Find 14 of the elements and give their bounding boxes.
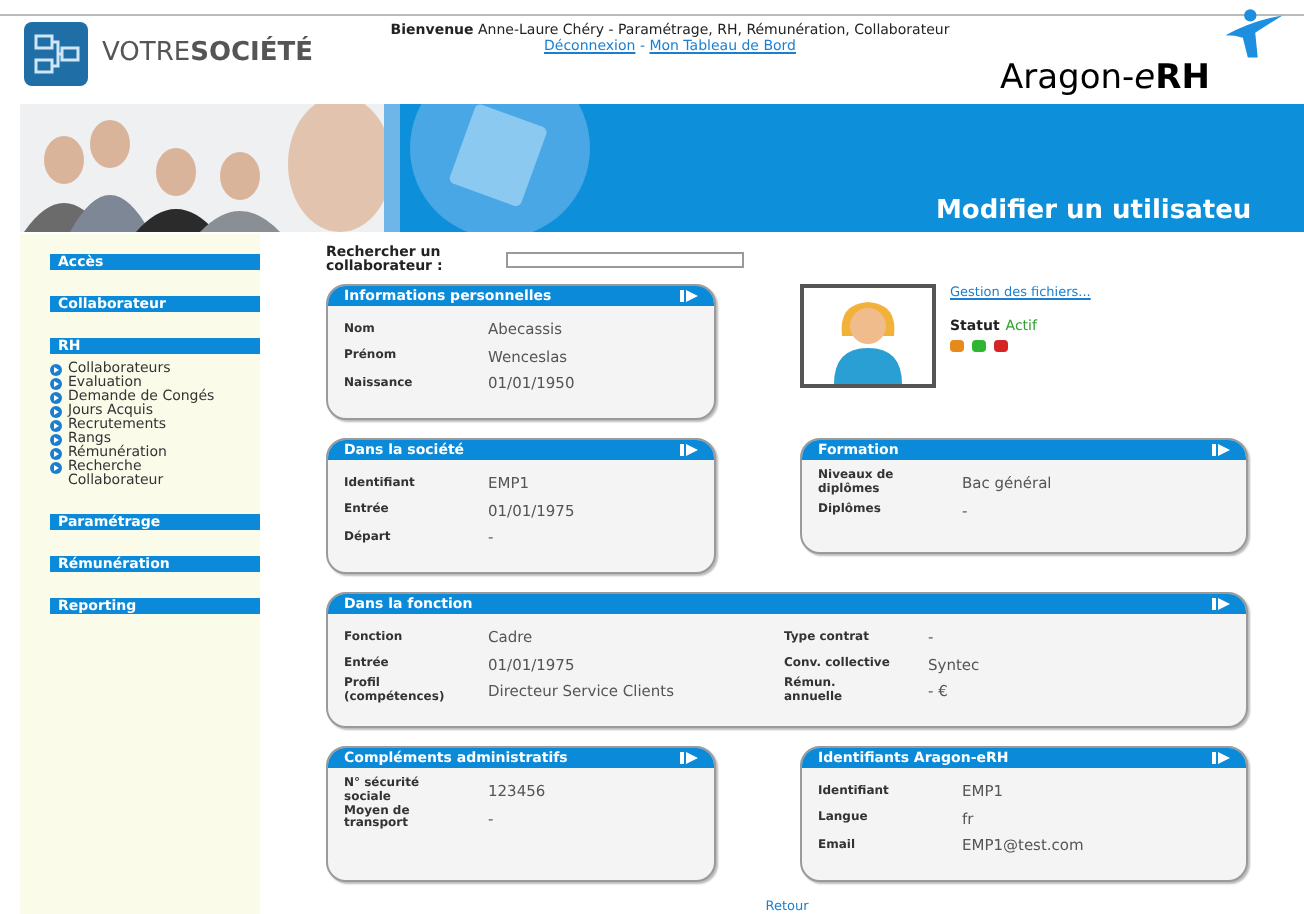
expand-icon[interactable] bbox=[680, 752, 698, 764]
status-button[interactable] bbox=[972, 340, 986, 353]
brand-name: Aragon-eRH bbox=[1000, 60, 1210, 96]
expand-icon[interactable] bbox=[680, 290, 698, 302]
company-name: VOTRESOCIÉTÉ bbox=[102, 34, 314, 73]
logo-icon bbox=[24, 22, 88, 86]
page-title: Modifier un utilisateu bbox=[936, 193, 1252, 229]
expand-icon[interactable] bbox=[680, 444, 698, 456]
expand-icon[interactable] bbox=[1212, 598, 1230, 610]
status-button[interactable] bbox=[994, 340, 1008, 353]
expand-icon[interactable] bbox=[1212, 752, 1230, 764]
expand-icon[interactable] bbox=[1212, 444, 1230, 456]
search-field[interactable] bbox=[506, 252, 744, 268]
status-button[interactable] bbox=[950, 340, 964, 353]
